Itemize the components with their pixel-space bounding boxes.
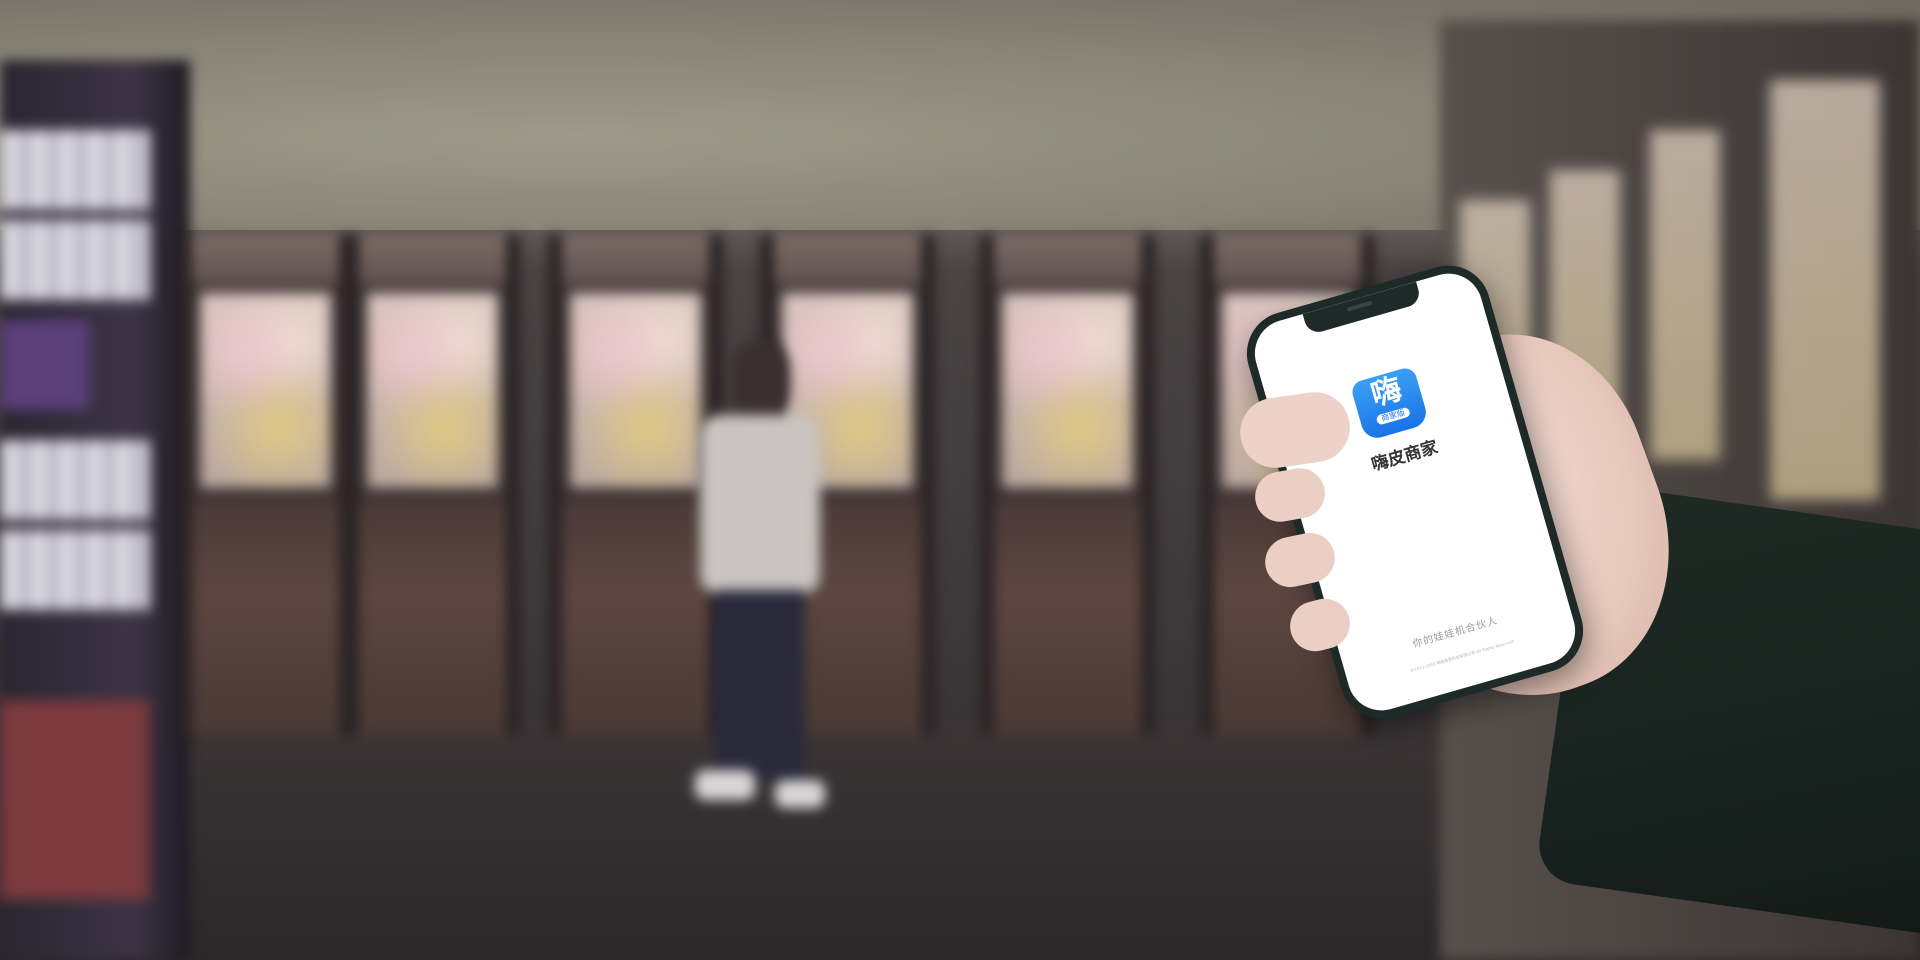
machine-sign <box>359 235 506 285</box>
shelf-row <box>0 220 150 300</box>
background-person <box>690 340 830 810</box>
machine-glass <box>1002 293 1133 488</box>
machine-panel <box>1770 80 1880 500</box>
machine-sign <box>192 235 339 285</box>
claw-machine <box>345 235 520 735</box>
machine-base <box>994 500 1141 735</box>
machine-sign <box>1214 235 1361 285</box>
person-legs <box>715 590 805 780</box>
machine-glass <box>200 293 331 488</box>
person-shoe <box>775 780 825 808</box>
shelf-row <box>0 440 150 520</box>
claw-machine <box>980 235 1155 735</box>
photo-scene: 嗨 商家版 嗨皮商家 你的娃娃机合伙人 ©2015-2019 嗨皮商家科技有限公… <box>0 0 1920 960</box>
machine-sign <box>774 235 921 285</box>
shelf-poster <box>0 700 150 900</box>
machine-base <box>359 500 506 735</box>
machine-panel <box>1650 130 1720 460</box>
person-head <box>730 340 790 420</box>
machine-glass <box>367 293 498 488</box>
shelf-row <box>0 530 150 610</box>
shelf-row <box>0 130 150 210</box>
machine-base <box>562 500 709 735</box>
speaker-icon <box>1346 300 1373 312</box>
claw-machine <box>178 235 353 735</box>
person-body <box>700 415 820 595</box>
machine-sign <box>562 235 709 285</box>
left-shelf <box>0 60 190 960</box>
machine-glass <box>570 293 701 488</box>
machine-sign <box>994 235 1141 285</box>
machine-base <box>192 500 339 735</box>
shelf-poster <box>0 320 90 410</box>
person-shoe <box>695 770 755 800</box>
app-logo-icon: 嗨 商家版 <box>1349 365 1430 442</box>
